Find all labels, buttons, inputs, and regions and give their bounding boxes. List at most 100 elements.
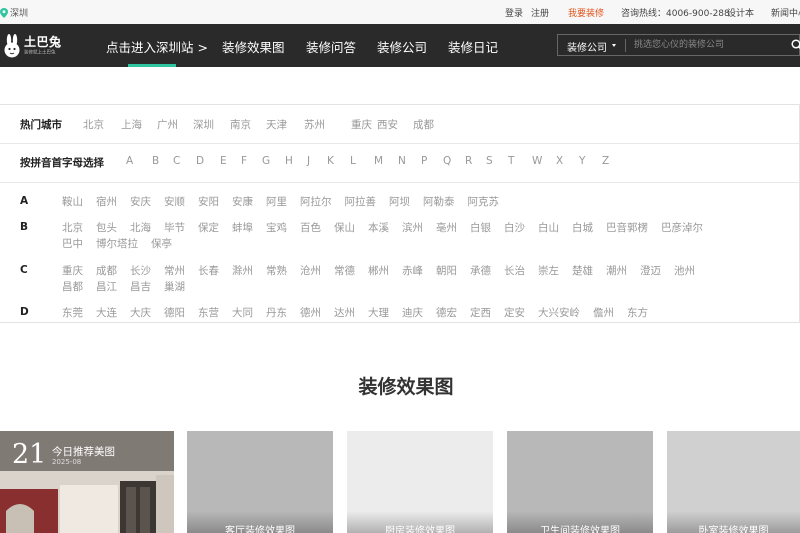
top-link[interactable]: 咨询热线：4006-900-288 (621, 6, 730, 19)
search-input[interactable] (634, 38, 774, 52)
letter-link[interactable]: N (398, 155, 406, 167)
nav-design-gallery[interactable]: 装修效果图 (222, 37, 285, 56)
card-bathroom[interactable]: 卫生间装修效果图 (507, 431, 653, 533)
city-link[interactable]: 毕节 (164, 220, 185, 235)
top-link[interactable]: 设计本 (727, 6, 754, 19)
search-icon[interactable] (791, 39, 800, 51)
letter-link[interactable]: C (173, 155, 180, 167)
card-living-room[interactable]: 客厅装修效果图 (187, 431, 333, 533)
city-link[interactable]: 阿拉善 (344, 194, 376, 209)
top-link[interactable]: 新闻中心 (771, 6, 800, 19)
letter-link[interactable]: D (196, 155, 204, 167)
city-link[interactable]: 百色 (300, 220, 321, 235)
featured-card[interactable]: 21 今日推荐美图 2025-08 (0, 431, 174, 533)
city-link[interactable]: 巢湖 (164, 279, 185, 294)
city-link[interactable]: 昌江 (96, 279, 117, 294)
city-link[interactable]: 丹东 (266, 305, 287, 320)
city-link[interactable]: 博尔塔拉 (96, 236, 138, 251)
city-link[interactable]: 楚雄 (572, 263, 593, 278)
city-link[interactable]: 宝鸡 (266, 220, 287, 235)
city-link[interactable]: 白银 (470, 220, 491, 235)
letter-link[interactable]: M (374, 155, 383, 167)
city-link[interactable]: 崇左 (538, 263, 559, 278)
search-type-select[interactable]: 装修公司 (567, 39, 607, 54)
letter-link[interactable]: Z (602, 155, 609, 167)
city-link[interactable]: 大同 (232, 305, 253, 320)
city-link[interactable]: 长沙 (130, 263, 151, 278)
nav-companies[interactable]: 装修公司 (377, 37, 427, 56)
city-link[interactable]: 重庆 (62, 263, 83, 278)
city-link[interactable]: 大连 (96, 305, 117, 320)
city-link[interactable]: 包头 (96, 220, 117, 235)
nav-enter-shenzhen[interactable]: 点击进入深圳站 > (106, 37, 208, 56)
city-link[interactable]: 白城 (572, 220, 593, 235)
letter-link[interactable]: A (126, 155, 133, 167)
city-link[interactable]: 东方 (627, 305, 648, 320)
top-link[interactable]: 注册 (531, 6, 549, 19)
city-link[interactable]: 巴彦淖尔 (661, 220, 703, 235)
city-link[interactable]: 常德 (334, 263, 355, 278)
nav-qa[interactable]: 装修问答 (306, 37, 356, 56)
city-link[interactable]: 巴中 (62, 236, 83, 251)
city-link[interactable]: 儋州 (593, 305, 614, 320)
city-link[interactable]: 白山 (538, 220, 559, 235)
city-link[interactable]: 亳州 (436, 220, 457, 235)
letter-link[interactable]: T (508, 155, 514, 167)
city-link[interactable]: 迪庆 (402, 305, 423, 320)
city-link[interactable]: 德阳 (164, 305, 185, 320)
city-link[interactable]: 池州 (674, 263, 695, 278)
city-link[interactable]: 长春 (198, 263, 219, 278)
city-link[interactable]: 昌都 (62, 279, 83, 294)
city-link[interactable]: 定西 (470, 305, 491, 320)
city-link[interactable]: 长治 (504, 263, 525, 278)
top-link[interactable]: 我要装修 (568, 6, 604, 19)
city-link[interactable]: 阿拉尔 (300, 194, 332, 209)
letter-link[interactable]: J (307, 155, 310, 167)
hot-city-link[interactable]: 重庆 (351, 117, 372, 132)
city-link[interactable]: 保亭 (151, 236, 172, 251)
letter-link[interactable]: W (532, 155, 542, 167)
city-link[interactable]: 宿州 (96, 194, 117, 209)
letter-link[interactable]: X (556, 155, 563, 167)
hot-city-link[interactable]: 西安 (377, 117, 398, 132)
hot-city-link[interactable]: 上海 (121, 117, 142, 132)
city-link[interactable]: 阿克苏 (467, 194, 499, 209)
city-link[interactable]: 大庆 (130, 305, 151, 320)
hot-city-link[interactable]: 南京 (230, 117, 251, 132)
city-link[interactable]: 德州 (300, 305, 321, 320)
letter-link[interactable]: B (152, 155, 159, 167)
city-link[interactable]: 昌吉 (130, 279, 151, 294)
city-link[interactable]: 安阳 (198, 194, 219, 209)
letter-link[interactable]: H (285, 155, 293, 167)
city-link[interactable]: 滨州 (402, 220, 423, 235)
city-link[interactable]: 常州 (164, 263, 185, 278)
letter-link[interactable]: S (486, 155, 493, 167)
city-link[interactable]: 常熟 (266, 263, 287, 278)
letter-link[interactable]: F (241, 155, 247, 167)
city-link[interactable]: 澄迈 (640, 263, 661, 278)
city-link[interactable]: 本溪 (368, 220, 389, 235)
city-link[interactable]: 定安 (504, 305, 525, 320)
hot-city-link[interactable]: 北京 (83, 117, 104, 132)
city-link[interactable]: 承德 (470, 263, 491, 278)
city-link[interactable]: 成都 (96, 263, 117, 278)
city-link[interactable]: 东营 (198, 305, 219, 320)
city-link[interactable]: 安康 (232, 194, 253, 209)
city-link[interactable]: 郴州 (368, 263, 389, 278)
letter-link[interactable]: L (350, 155, 356, 167)
city-link[interactable]: 蚌埠 (232, 220, 253, 235)
top-link[interactable]: 登录 (505, 6, 523, 19)
city-link[interactable]: 滁州 (232, 263, 253, 278)
nav-diary[interactable]: 装修日记 (448, 37, 498, 56)
city-link[interactable]: 潮州 (606, 263, 627, 278)
city-link[interactable]: 巴音郭楞 (606, 220, 648, 235)
letter-link[interactable]: G (262, 155, 270, 167)
city-link[interactable]: 阿勒泰 (423, 194, 455, 209)
city-link[interactable]: 沧州 (300, 263, 321, 278)
city-link[interactable]: 鞍山 (62, 194, 83, 209)
city-link[interactable]: 东莞 (62, 305, 83, 320)
city-link[interactable]: 安庆 (130, 194, 151, 209)
city-link[interactable]: 阿里 (266, 194, 287, 209)
letter-link[interactable]: K (327, 155, 334, 167)
city-link[interactable]: 德宏 (436, 305, 457, 320)
